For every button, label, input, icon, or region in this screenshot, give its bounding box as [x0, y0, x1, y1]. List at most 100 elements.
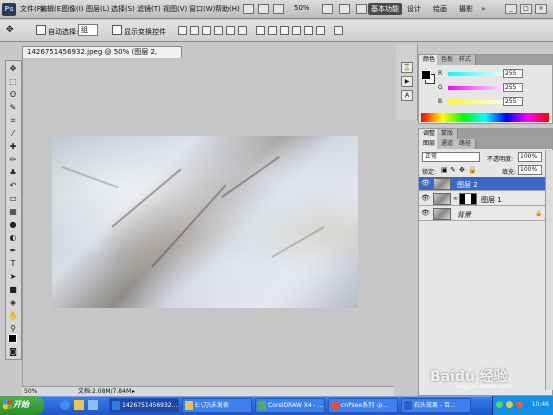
eye-icon[interactable]: 👁 — [421, 180, 430, 187]
workspace-design[interactable]: 设计 — [404, 3, 424, 15]
bridge-icon[interactable] — [243, 4, 254, 14]
menu-image[interactable]: 图像(I) — [62, 4, 84, 14]
eye-icon[interactable]: 👁 — [421, 210, 430, 217]
auto-select-dropdown[interactable]: 组 — [78, 24, 98, 36]
align-hcenter-icon[interactable] — [226, 26, 235, 35]
show-transform-checkbox[interactable] — [112, 25, 122, 35]
maximize-icon[interactable]: □ — [520, 4, 532, 14]
zoom-level-select[interactable]: 50% — [294, 4, 310, 12]
blend-mode-select[interactable]: 正常 — [422, 152, 480, 162]
type-icon[interactable]: T — [7, 258, 19, 269]
distribute-top-icon[interactable] — [256, 26, 265, 35]
clock[interactable]: 10:46 — [532, 401, 549, 408]
pen-icon[interactable]: ✒ — [7, 245, 19, 256]
crop-icon[interactable]: ⌗ — [7, 115, 19, 126]
lock-all-icon[interactable]: 🔒 — [468, 166, 477, 174]
menu-view[interactable]: 视图(V) — [163, 4, 187, 14]
document-tab[interactable]: 1426751456932.jpeg @ 50% (图层 2, RGB/8#) … — [22, 46, 182, 67]
history-panel-icon[interactable]: ⌛ — [401, 62, 413, 73]
mini-bridge-icon[interactable] — [258, 4, 269, 14]
menu-filter[interactable]: 滤镜(T) — [137, 4, 161, 14]
dodge-icon[interactable]: ◐ — [7, 232, 19, 243]
eyedropper-icon[interactable]: ⁄ — [7, 128, 19, 139]
panel-foreground-swatch[interactable] — [421, 70, 431, 80]
eye-icon[interactable]: 👁 — [421, 195, 430, 202]
network-tray-icon[interactable] — [496, 401, 503, 408]
layer-row-layer1[interactable]: 👁 ∞ 图层 1 — [419, 192, 545, 206]
foreground-color-swatch[interactable] — [8, 334, 17, 343]
menu-layer[interactable]: 图层(L) — [86, 4, 109, 14]
workspace-painting[interactable]: 绘画 — [430, 3, 450, 15]
distribute-bottom-icon[interactable] — [280, 26, 289, 35]
zoom-icon[interactable]: ⚲ — [7, 323, 19, 334]
menu-help[interactable]: 帮助(H) — [215, 4, 240, 14]
blur-icon[interactable]: ● — [7, 219, 19, 230]
move-icon[interactable]: ✥ — [7, 63, 19, 74]
distribute-vcenter-icon[interactable] — [268, 26, 277, 35]
tab-masks[interactable]: 蒙版 — [437, 129, 459, 139]
workspace-photography[interactable]: 摄影 — [456, 3, 476, 15]
fill-input[interactable]: 100% — [518, 165, 542, 175]
align-left-icon[interactable] — [214, 26, 223, 35]
align-bottom-icon[interactable] — [202, 26, 211, 35]
quick-mask-icon[interactable]: ◙ — [7, 346, 19, 357]
actions-panel-icon[interactable]: ▶ — [401, 76, 413, 87]
tab-styles[interactable]: 样式 — [455, 55, 477, 65]
shape-icon[interactable]: ■ — [7, 284, 19, 295]
r-slider-track[interactable] — [448, 72, 508, 76]
healing-brush-icon[interactable]: ✚ — [7, 141, 19, 152]
g-value-input[interactable]: 255 — [503, 83, 523, 92]
gradient-icon[interactable]: ▦ — [7, 206, 19, 217]
layers-scrollbar[interactable] — [545, 150, 553, 390]
brush-icon[interactable]: ✏ — [7, 154, 19, 165]
tab-paths[interactable]: 路径 — [455, 139, 477, 149]
security-tray-icon[interactable] — [516, 401, 523, 408]
distribute-hcenter-icon[interactable] — [304, 26, 313, 35]
layer-mask-thumbnail[interactable] — [459, 193, 477, 205]
quick-select-icon[interactable]: ✎ — [7, 102, 19, 113]
screen-mode-icon[interactable] — [356, 4, 367, 14]
lock-pixels-icon[interactable]: ✎ — [450, 166, 456, 174]
folder-quicklaunch-icon[interactable] — [74, 400, 84, 410]
path-select-icon[interactable]: ➤ — [7, 271, 19, 282]
auto-align-icon[interactable] — [334, 26, 343, 35]
lasso-icon[interactable]: ʘ — [7, 89, 19, 100]
hand-tool-icon[interactable] — [322, 4, 333, 14]
menu-select[interactable]: 选择(S) — [111, 4, 135, 14]
workspace-essentials[interactable]: 基本功能 — [368, 3, 402, 15]
r-value-input[interactable]: 255 — [503, 69, 523, 78]
opacity-input[interactable]: 100% — [518, 152, 542, 162]
workspace-more[interactable]: » — [478, 3, 488, 15]
volume-tray-icon[interactable] — [506, 401, 513, 408]
layer-row-layer2[interactable]: 👁 图层 2 — [419, 177, 545, 191]
3d-rotate-icon[interactable]: ◈ — [7, 297, 19, 308]
color-spectrum-bar[interactable] — [421, 113, 549, 122]
lock-position-icon[interactable]: ✥ — [459, 166, 465, 174]
marquee-icon[interactable]: ⬚ — [7, 76, 19, 87]
minimize-icon[interactable]: _ — [505, 4, 517, 14]
arrange-documents-icon[interactable] — [339, 4, 350, 14]
chain-link-icon[interactable]: ∞ — [453, 195, 458, 202]
status-zoom[interactable]: 50% — [24, 387, 37, 396]
ie-quicklaunch-icon[interactable] — [60, 400, 70, 410]
desktop-quicklaunch-icon[interactable] — [88, 400, 98, 410]
clone-stamp-icon[interactable]: ♣ — [7, 167, 19, 178]
auto-select-checkbox[interactable] — [36, 25, 46, 35]
align-top-icon[interactable] — [178, 26, 187, 35]
menu-edit[interactable]: 编辑(E) — [40, 4, 64, 14]
align-vcenter-icon[interactable] — [190, 26, 199, 35]
hand-icon[interactable]: ✋ — [7, 310, 19, 321]
g-slider-track[interactable] — [448, 86, 508, 90]
stone-texture-image[interactable] — [52, 136, 358, 308]
layer-row-background[interactable]: 👁 背景 🔒 — [419, 207, 545, 221]
extras-icon[interactable] — [273, 4, 284, 14]
distribute-left-icon[interactable] — [292, 26, 301, 35]
status-arrow-icon[interactable]: ▸ — [132, 387, 135, 396]
eraser-icon[interactable]: ▭ — [7, 193, 19, 204]
move-tool-icon[interactable]: ✥ — [6, 25, 14, 35]
character-panel-icon[interactable]: A — [401, 90, 413, 101]
distribute-right-icon[interactable] — [316, 26, 325, 35]
align-right-icon[interactable] — [238, 26, 247, 35]
b-value-input[interactable]: 255 — [503, 97, 523, 106]
b-slider-track[interactable] — [448, 100, 508, 104]
